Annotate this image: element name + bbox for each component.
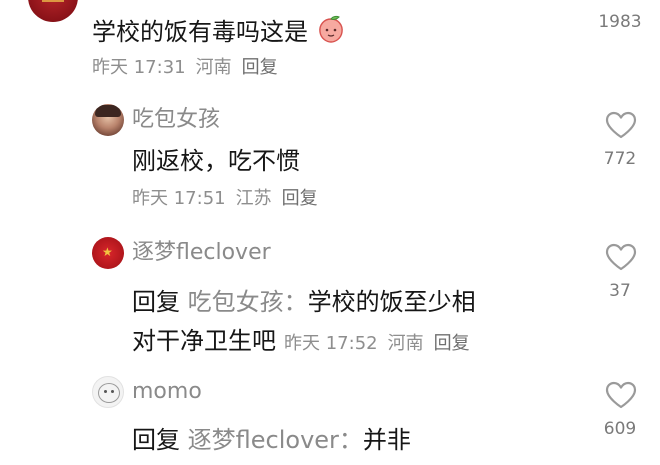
reply-prefix: 回复 bbox=[132, 288, 180, 316]
comment-text: 回复 吃包女孩：学校的饭至少相 bbox=[132, 287, 476, 317]
like-count: 1983 bbox=[598, 12, 642, 32]
comment-body: 对干净卫生吧 bbox=[132, 327, 276, 355]
location: 河南 bbox=[387, 333, 424, 354]
username[interactable]: 吃包女孩 bbox=[132, 107, 220, 133]
reply-button[interactable]: 回复 bbox=[242, 57, 278, 78]
reply-button[interactable]: 回复 bbox=[434, 333, 470, 354]
location: 江苏 bbox=[235, 188, 272, 209]
comment-text: 回复 逐梦fleclover：并非 bbox=[132, 425, 411, 455]
comment-body: 并非 bbox=[362, 426, 411, 454]
avatar[interactable] bbox=[92, 104, 124, 136]
comment-text: 刚返校，吃不惯 bbox=[132, 147, 300, 175]
heart-outline-icon[interactable] bbox=[605, 111, 637, 139]
timestamp: 昨天 17:31 bbox=[92, 57, 186, 78]
comment-text-line2: 对干净卫生吧 昨天 17:52 河南 回复 bbox=[132, 326, 470, 359]
mention[interactable]: 逐梦fleclover： bbox=[188, 426, 363, 454]
mention[interactable]: 吃包女孩： bbox=[188, 288, 308, 316]
avatar[interactable]: ★ bbox=[92, 237, 124, 269]
timestamp: 昨天 17:52 bbox=[284, 333, 378, 354]
heart-outline-icon[interactable] bbox=[605, 381, 637, 409]
timestamp: 昨天 17:51 bbox=[132, 188, 226, 209]
comment-body: 学校的饭有毒吗这是 bbox=[92, 18, 308, 46]
comment-text: 学校的饭有毒吗这是 bbox=[92, 14, 346, 47]
peach-face-emoji-icon bbox=[316, 14, 346, 44]
comment-meta: 昨天 17:31 河南 回复 bbox=[92, 57, 288, 79]
username[interactable]: 逐梦fleclover bbox=[132, 240, 271, 266]
like-count: 37 bbox=[609, 281, 631, 301]
avatar[interactable] bbox=[92, 376, 124, 408]
reply-prefix: 回复 bbox=[132, 426, 180, 454]
avatar[interactable] bbox=[28, 0, 78, 22]
like-count: 772 bbox=[603, 149, 637, 169]
heart-outline-icon[interactable] bbox=[605, 243, 637, 271]
username[interactable]: momo bbox=[132, 379, 202, 405]
comment-body: 学校的饭至少相 bbox=[307, 288, 476, 316]
reply-button[interactable]: 回复 bbox=[282, 188, 318, 209]
location: 河南 bbox=[195, 57, 232, 78]
like-count: 609 bbox=[603, 419, 637, 439]
comment-meta: 昨天 17:51 江苏 回复 bbox=[132, 188, 328, 210]
